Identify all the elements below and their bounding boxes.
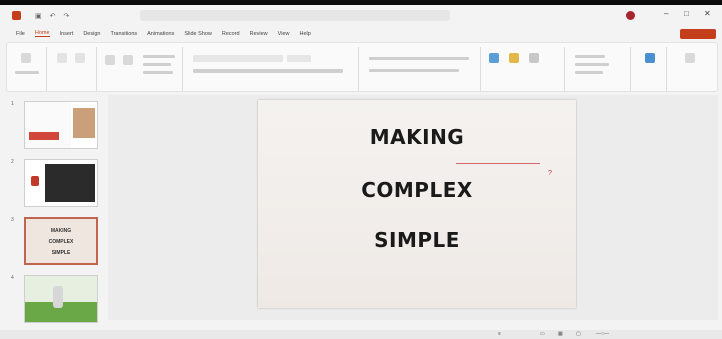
slide-number: 3 (11, 217, 14, 223)
tab-transitions[interactable]: Transitions (110, 31, 137, 37)
font-name-field[interactable] (193, 55, 283, 62)
accent-line (456, 163, 540, 164)
tab-view[interactable]: View (278, 31, 290, 37)
font-group (185, 47, 359, 91)
tab-slide-show[interactable]: Slide Show (184, 31, 212, 37)
arrange-icon[interactable] (509, 53, 519, 63)
tab-animations[interactable]: Animations (147, 31, 174, 37)
ribbon-tabs: File Home Insert Design Transitions Animation… (0, 26, 722, 41)
minimize-icon[interactable]: – (664, 9, 668, 18)
drawing-group (483, 47, 565, 91)
tab-design[interactable]: Design (83, 31, 100, 37)
editing-group (567, 47, 631, 91)
slide-title-line-2[interactable]: COMPLEX (258, 178, 576, 202)
close-icon[interactable]: ✕ (704, 9, 711, 18)
arrange-group (99, 47, 183, 91)
dark-image (45, 164, 95, 202)
quick-styles-icon[interactable] (529, 53, 539, 63)
layout-icon[interactable] (75, 53, 85, 63)
search-input[interactable] (140, 10, 450, 21)
slide-thumbnail-3[interactable]: MAKING COMPLEX SIMPLE (24, 217, 98, 265)
tab-insert[interactable]: Insert (60, 31, 74, 37)
section-icon[interactable] (105, 55, 115, 65)
slide-title-line-1[interactable]: MAKING (258, 125, 576, 149)
save-icon[interactable]: ▣ (35, 12, 42, 20)
current-slide[interactable]: MAKING ? COMPLEX SIMPLE (258, 100, 576, 308)
status-bar: ≡ ▭ ▦ ▢ —○— (0, 330, 722, 339)
ribbon (6, 42, 718, 92)
sorter-view-icon[interactable]: ▦ (558, 331, 563, 337)
slide-number: 1 (11, 101, 14, 107)
tab-review[interactable]: Review (250, 31, 268, 37)
normal-view-icon[interactable]: ▭ (540, 331, 545, 337)
notes-icon[interactable]: ≡ (498, 331, 501, 337)
slide-canvas: MAKING ? COMPLEX SIMPLE (108, 95, 718, 320)
designer-group (669, 47, 713, 91)
powerpoint-window: ▣ ↶ ↷ – □ ✕ File Home Insert Design Transiti… (0, 5, 722, 339)
redo-icon[interactable]: ↷ (64, 12, 70, 20)
dictate-icon[interactable] (645, 53, 655, 63)
reading-view-icon[interactable]: ▢ (576, 331, 581, 337)
avatar[interactable] (626, 11, 635, 20)
powerpoint-app-icon (12, 11, 21, 20)
slide-thumbnail-1[interactable] (24, 101, 98, 149)
share-button[interactable] (680, 29, 716, 39)
tab-home[interactable]: Home (34, 30, 50, 37)
reset-icon[interactable] (123, 55, 133, 65)
paragraph-group (361, 47, 481, 91)
slide-mark: ? (548, 170, 552, 177)
slide-thumbnail-4[interactable] (24, 275, 98, 323)
slide-title-line-3[interactable]: SIMPLE (258, 228, 576, 252)
undo-icon[interactable]: ↶ (50, 12, 56, 20)
maximize-icon[interactable]: □ (684, 9, 689, 18)
tab-help[interactable]: Help (300, 31, 311, 37)
photo-image (73, 108, 95, 138)
figure-image (53, 286, 63, 308)
tab-file[interactable]: File (16, 31, 25, 37)
clipboard-group (9, 47, 47, 91)
voice-group (633, 47, 667, 91)
slide-thumbnail-2[interactable] (24, 159, 98, 207)
shapes-icon[interactable] (489, 53, 499, 63)
font-size-field[interactable] (287, 55, 311, 62)
slides-group (49, 47, 97, 91)
title-bar: ▣ ↶ ↷ – □ ✕ (0, 5, 722, 26)
new-slide-icon[interactable] (57, 53, 67, 63)
zoom-slider[interactable]: —○— (596, 331, 609, 337)
tab-record[interactable]: Record (222, 31, 240, 37)
slide-thumbnail-pane: 1 2 3 MAKING COMPLEX SIMPLE 4 (6, 95, 106, 333)
designer-icon[interactable] (685, 53, 695, 63)
slide-number: 4 (11, 275, 14, 281)
paste-icon[interactable] (21, 53, 31, 63)
slide-number: 2 (11, 159, 14, 165)
